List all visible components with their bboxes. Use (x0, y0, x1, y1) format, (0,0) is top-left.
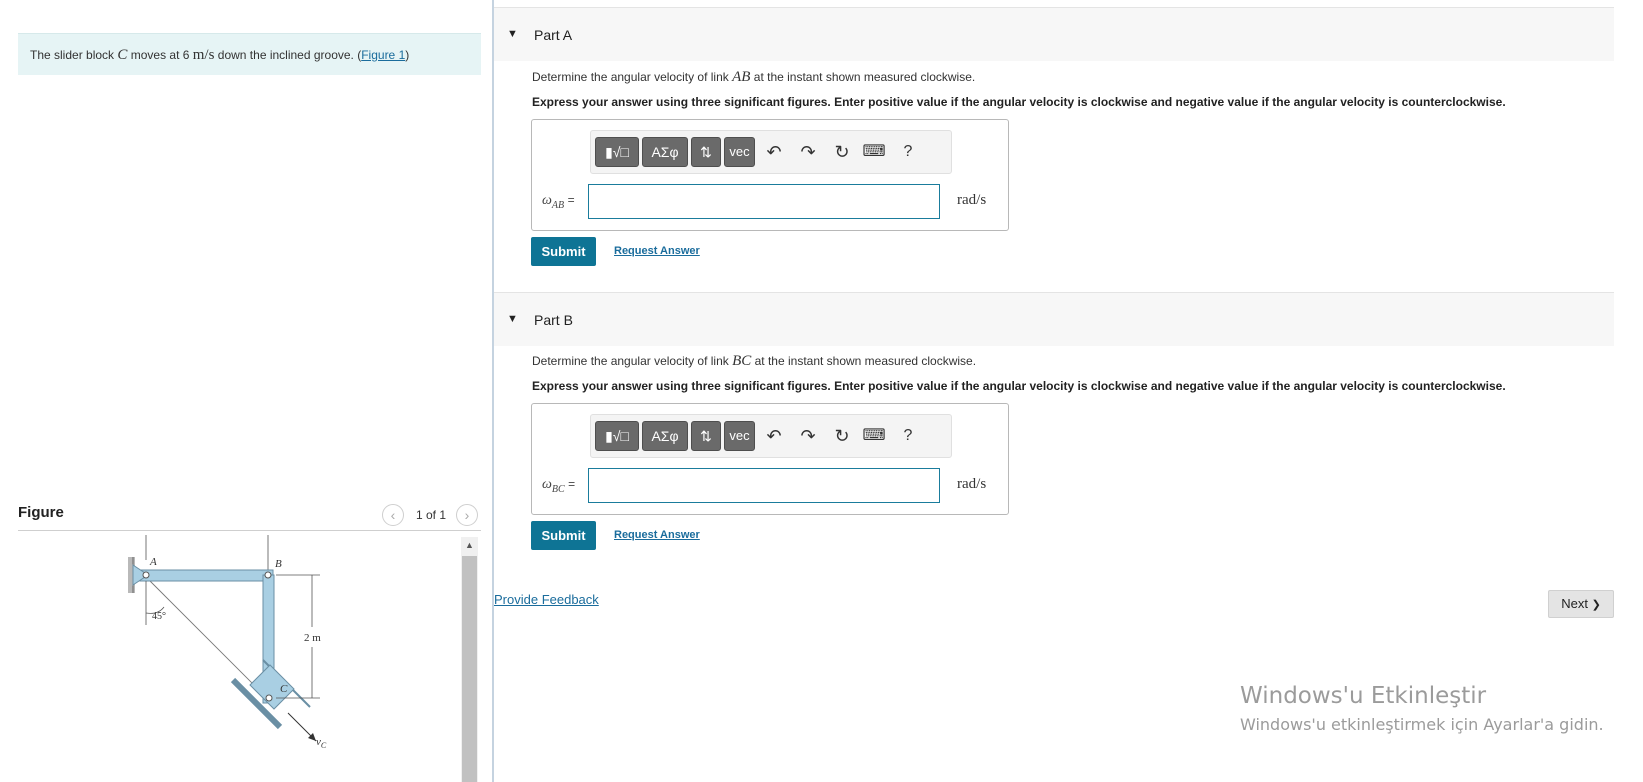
watermark-subtitle: Windows'u etkinleştirmek için Ayarlar'a … (1240, 715, 1604, 734)
chevron-right-icon: › (464, 507, 470, 523)
omega-ab-label: ωAB = (542, 193, 575, 211)
question-text: Determine the angular velocity of link (532, 354, 733, 368)
part-a-title: Part A (534, 27, 573, 43)
dim-top-label: 2 m (196, 535, 213, 538)
undo-icon[interactable]: ↶ (761, 139, 787, 165)
chevron-right-icon: ❯ (1591, 599, 1601, 611)
redo-icon[interactable]: ↷ (795, 139, 821, 165)
pin-a (142, 571, 150, 579)
omega-ab-input[interactable] (588, 184, 940, 219)
next-label: Next (1561, 596, 1588, 611)
watermark-title: Windows'u Etkinleştir (1240, 683, 1487, 709)
question-text: at the instant shown measured clockwise. (751, 354, 977, 368)
left-pane: The slider block C moves at 6 m/s down t… (0, 0, 494, 782)
label-b: B (275, 558, 282, 570)
label-c: C (280, 683, 288, 695)
figure-link[interactable]: Figure 1 (361, 48, 405, 62)
undo-icon[interactable]: ↶ (761, 423, 787, 449)
var-c: C (117, 47, 128, 63)
label-vc: vC (316, 736, 327, 750)
part-a-instruction: Express your answer using three signific… (532, 95, 1506, 109)
arrows-button[interactable]: ⇅ (691, 137, 721, 167)
part-b-request-answer-link[interactable]: Request Answer (614, 529, 700, 541)
caret-down-icon: ▼ (507, 313, 518, 325)
label-a: A (149, 556, 157, 568)
vec-button[interactable]: vec (724, 421, 755, 451)
omega-bc-label: ωBC = (542, 477, 576, 495)
part-b-instruction: Express your answer using three signific… (532, 379, 1506, 393)
part-b-submit-button[interactable]: Submit (531, 521, 596, 550)
figure-count: 1 of 1 (416, 508, 447, 522)
windows-activation-watermark: Windows'u Etkinleştir Windows'u etkinleş… (1240, 683, 1604, 734)
help-button[interactable]: ? (895, 423, 921, 449)
figure-header: Figure ‹ 1 of 1 › (18, 501, 481, 531)
part-a-answer-box: ▮√□ ΑΣφ ⇅ vec ↶ ↷ ↻ ⌨ ? ωAB = rad/s (531, 119, 1009, 231)
dim-right-label: 2 m (304, 632, 321, 644)
question-text: Determine the angular velocity of link (532, 70, 733, 84)
keyboard-icon[interactable]: ⌨ (861, 423, 887, 449)
problem-text: The slider block (30, 48, 118, 62)
chevron-left-icon: ‹ (390, 507, 396, 523)
math-toolbar: ▮√□ ΑΣφ ⇅ vec ↶ ↷ ↻ ⌨ ? (590, 414, 952, 458)
vec-button[interactable]: vec (724, 137, 755, 167)
problem-text: down the inclined groove. ( (214, 48, 362, 62)
link-ab (139, 569, 274, 582)
problem-statement: The slider block C moves at 6 m/s down t… (18, 33, 481, 75)
provide-feedback-link[interactable]: Provide Feedback (494, 592, 599, 607)
scroll-up-icon[interactable]: ▲ (461, 537, 478, 554)
figure-next-button[interactable]: › (456, 504, 478, 526)
right-pane: ▼ Part A Determine the angular velocity … (494, 0, 1643, 782)
part-a-question: Determine the angular velocity of link A… (532, 69, 975, 86)
figure-prev-button[interactable]: ‹ (382, 504, 404, 526)
part-b-question: Determine the angular velocity of link B… (532, 353, 976, 370)
caret-down-icon: ▼ (507, 28, 518, 40)
problem-text: moves at 6 (127, 48, 193, 62)
greek-symbols-button[interactable]: ΑΣφ (642, 421, 688, 451)
keyboard-icon[interactable]: ⌨ (861, 139, 887, 165)
reset-icon[interactable]: ↻ (829, 423, 855, 449)
figure-image: 2 m 45° A B C vC (18, 535, 463, 782)
angle-label: 45° (152, 611, 166, 622)
link-var-ab: AB (732, 69, 751, 85)
speed-unit: m/s (192, 47, 215, 63)
mechanism-diagram: 2 m 45° A B C vC (128, 535, 327, 750)
part-a-unit: rad/s (957, 192, 987, 208)
help-button[interactable]: ? (895, 139, 921, 165)
templates-button[interactable]: ▮√□ (595, 137, 639, 167)
arrows-button[interactable]: ⇅ (691, 421, 721, 451)
part-a-submit-button[interactable]: Submit (531, 237, 596, 266)
question-text: at the instant shown measured clockwise. (750, 70, 976, 84)
pin-c (265, 694, 273, 702)
omega-bc-input[interactable] (588, 468, 940, 503)
part-b-unit: rad/s (957, 476, 987, 492)
part-b-header[interactable]: ▼ Part B (494, 292, 1614, 346)
redo-icon[interactable]: ↷ (795, 423, 821, 449)
greek-symbols-button[interactable]: ΑΣφ (642, 137, 688, 167)
templates-button[interactable]: ▮√□ (595, 421, 639, 451)
part-a-header[interactable]: ▼ Part A (494, 7, 1614, 61)
part-b-answer-box: ▮√□ ΑΣφ ⇅ vec ↶ ↷ ↻ ⌨ ? ωBC = rad/s (531, 403, 1009, 515)
figure-scroll-thumb[interactable] (462, 556, 477, 782)
link-var-bc: BC (732, 353, 752, 369)
problem-text: ) (405, 48, 410, 62)
part-b-title: Part B (534, 312, 573, 328)
reset-icon[interactable]: ↻ (829, 139, 855, 165)
next-button[interactable]: Next ❯ (1548, 590, 1614, 618)
part-a-request-answer-link[interactable]: Request Answer (614, 245, 700, 257)
math-toolbar: ▮√□ ΑΣφ ⇅ vec ↶ ↷ ↻ ⌨ ? (590, 130, 952, 174)
figure-title: Figure (18, 504, 64, 521)
pin-b (264, 571, 272, 579)
